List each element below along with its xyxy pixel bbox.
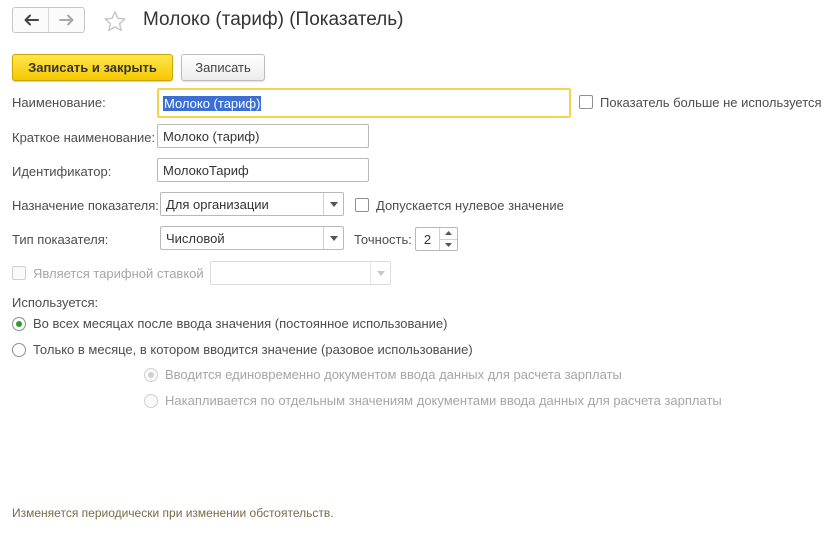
- arrow-right-icon: [58, 14, 73, 26]
- precision-down-button[interactable]: [440, 238, 457, 251]
- chevron-up-icon: [445, 231, 452, 236]
- type-dropdown-button[interactable]: [323, 227, 343, 249]
- usage-radio-permanent-label: Во всех месяцах после ввода значения (по…: [33, 316, 448, 331]
- purpose-select-value: Для организации: [166, 196, 269, 212]
- purpose-dropdown-button[interactable]: [323, 193, 343, 215]
- chevron-down-icon: [329, 201, 338, 207]
- usage-radio-one-time[interactable]: [12, 343, 26, 357]
- page-title: Молоко (тариф) (Показатель): [143, 9, 404, 30]
- name-input-value: Молоко (тариф): [163, 95, 262, 111]
- type-label: Тип показателя:: [12, 232, 109, 247]
- save-and-close-button[interactable]: Записать и закрыть: [12, 54, 173, 81]
- chevron-down-icon: [445, 242, 452, 247]
- tariff-rate-select-value: [211, 262, 370, 284]
- identifier-label: Идентификатор:: [12, 164, 112, 179]
- subusage-radio-accumulated[interactable]: [144, 394, 158, 408]
- usage-radio-permanent[interactable]: [12, 317, 26, 331]
- chevron-down-icon: [376, 270, 385, 276]
- type-select-value: Числовой: [166, 230, 225, 246]
- identifier-input[interactable]: МолокоТариф: [157, 158, 369, 182]
- subusage-radio-accumulated-label: Накапливается по отдельным значениям док…: [165, 393, 722, 408]
- subusage-radio-single-label: Вводится единовременно документом ввода …: [165, 367, 622, 382]
- chevron-down-icon: [329, 235, 338, 241]
- tariff-rate-label: Является тарифной ставкой: [33, 266, 204, 281]
- subusage-radio-single[interactable]: [144, 368, 158, 382]
- save-button[interactable]: Записать: [181, 54, 265, 81]
- usage-radio-one-time-label: Только в месяце, в котором вводится знач…: [33, 342, 473, 357]
- name-input[interactable]: Молоко (тариф): [157, 88, 571, 118]
- precision-up-button[interactable]: [440, 228, 457, 239]
- forward-button[interactable]: [48, 8, 84, 32]
- usage-label: Используется:: [12, 295, 99, 310]
- purpose-label: Назначение показателя:: [12, 198, 159, 213]
- footer-note: Изменяется периодически при изменении об…: [12, 506, 334, 520]
- tariff-rate-select[interactable]: [210, 261, 391, 285]
- type-select[interactable]: Числовой: [160, 226, 344, 250]
- purpose-select[interactable]: Для организации: [160, 192, 344, 216]
- zero-allowed-checkbox[interactable]: [355, 198, 369, 212]
- not-used-label: Показатель больше не используется: [600, 95, 822, 110]
- tariff-rate-checkbox[interactable]: [12, 266, 26, 280]
- back-button[interactable]: [13, 8, 48, 32]
- short-name-input[interactable]: Молоко (тариф): [157, 124, 369, 148]
- star-icon: [104, 11, 126, 32]
- not-used-checkbox[interactable]: [579, 95, 593, 109]
- tariff-rate-dropdown-button[interactable]: [370, 262, 390, 284]
- zero-allowed-label: Допускается нулевое значение: [376, 198, 564, 213]
- precision-stepper[interactable]: 2: [415, 227, 458, 251]
- favorite-star-button[interactable]: [103, 10, 127, 34]
- precision-label: Точность:: [354, 232, 412, 247]
- short-name-label: Краткое наименование:: [12, 130, 156, 145]
- precision-arrows: [439, 228, 457, 250]
- name-label: Наименование:: [12, 95, 106, 110]
- precision-value: 2: [423, 231, 432, 247]
- navigation-buttons: [12, 7, 85, 33]
- arrow-left-icon: [24, 14, 39, 26]
